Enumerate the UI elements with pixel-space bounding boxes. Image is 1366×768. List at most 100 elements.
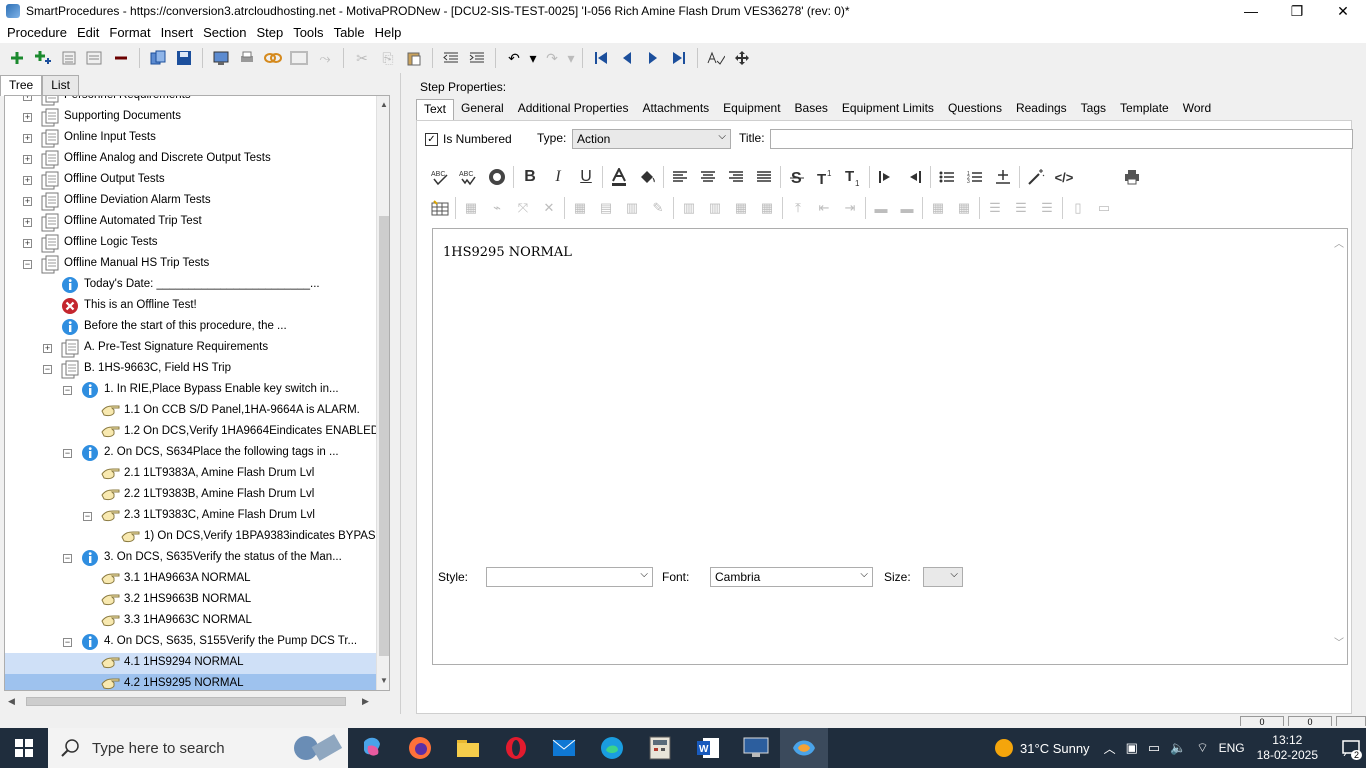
scroll-right-icon[interactable]: ▶ [362,693,369,709]
print-icon[interactable] [235,46,259,70]
tree-item[interactable]: − B. 1HS-9663C, Field HS Trip [5,359,376,380]
column-width-icon[interactable]: ▯ [1065,196,1091,220]
spell-check-icon[interactable] [704,46,728,70]
add-icon[interactable] [5,46,29,70]
tab-additional-properties[interactable]: Additional Properties [511,99,636,120]
bulleted-list-icon[interactable] [933,164,961,190]
firefox-icon[interactable] [396,728,444,768]
mail-icon[interactable] [540,728,588,768]
copy-icon[interactable]: ⎘ [376,46,400,70]
expand-icon[interactable]: + [23,96,32,101]
remote-desktop-icon[interactable] [732,728,780,768]
menu-section[interactable]: Section [198,25,251,40]
frame-icon[interactable] [287,46,311,70]
indent-icon[interactable] [465,46,489,70]
language-indicator[interactable]: ENG [1219,741,1245,755]
font-select[interactable]: Cambria ⌵ [710,567,873,587]
tab-word[interactable]: Word [1176,99,1218,120]
tab-bases[interactable]: Bases [788,99,835,120]
tree-item[interactable]: 1.2 On DCS,Verify 1HA9664Eindicates ENAB… [5,422,376,443]
undo-icon[interactable]: ↶ [502,46,526,70]
step-text-editor[interactable]: 1HS9295 NORMAL ︿ ﹀ [432,228,1348,665]
delete-column-icon[interactable]: ▦ [951,196,977,220]
opera-icon[interactable] [492,728,540,768]
thesaurus-icon[interactable] [483,164,511,190]
expand-icon[interactable]: + [23,155,32,164]
scroll-up-icon[interactable]: ︿ [1334,235,1344,250]
save-icon[interactable] [172,46,196,70]
first-icon[interactable] [589,46,613,70]
remove-icon[interactable] [109,46,133,70]
menu-table[interactable]: Table [329,25,370,40]
insert-line-icon[interactable] [989,164,1017,190]
tab-questions[interactable]: Questions [941,99,1009,120]
collapse-icon[interactable]: − [43,365,52,374]
tree-item[interactable]: − Offline Manual HS Trip Tests [5,254,376,275]
menu-procedure[interactable]: Procedure [2,25,72,40]
hscroll-thumb[interactable] [26,697,346,706]
strikethrough-icon[interactable]: S [783,164,811,190]
table-properties-icon[interactable]: ▦ [458,196,484,220]
calculator-app-icon[interactable] [636,728,684,768]
menu-insert[interactable]: Insert [156,25,199,40]
split-cells-icon[interactable]: ▦ [728,196,754,220]
link-icon[interactable] [261,46,285,70]
highlight-color-icon[interactable] [633,164,661,190]
type-select[interactable]: Action ⌵ [572,129,731,149]
tree-item[interactable]: + A. Pre-Test Signature Requirements [5,338,376,359]
outline-multi-icon[interactable] [83,46,107,70]
table-autofit-icon[interactable]: ☰ [1034,196,1060,220]
tab-attachments[interactable]: Attachments [635,99,716,120]
font-color-icon[interactable] [605,164,633,190]
network-drive-icon[interactable]: ▣ [1126,740,1138,756]
cell-edit-icon[interactable]: ✎ [645,196,671,220]
maximize-button[interactable]: ❐ [1274,0,1320,22]
menu-help[interactable]: Help [370,25,407,40]
copy-docs-icon[interactable] [146,46,170,70]
outdent-icon[interactable] [439,46,463,70]
bold-icon[interactable]: B [516,164,544,190]
subscript-icon[interactable]: T1 [839,164,867,190]
align-right-icon[interactable] [722,164,750,190]
decrease-indent-icon[interactable] [900,164,928,190]
collapse-icon[interactable]: − [63,638,72,647]
tree-item[interactable]: + Supporting Documents [5,107,376,128]
tree-horizontal-scrollbar[interactable]: ◀ ▶ [4,693,372,709]
column-properties-icon[interactable]: ▥ [619,196,645,220]
tree-item[interactable]: 3.1 1HA9663A NORMAL [5,569,376,590]
step-text-content[interactable]: 1HS9295 NORMAL [443,245,572,260]
redo-dropdown-icon[interactable]: ▾ [566,46,576,70]
expand-icon[interactable]: + [23,134,32,143]
move-icon[interactable] [730,46,754,70]
clock[interactable]: 13:12 18-02-2025 [1257,733,1318,763]
row-properties-icon[interactable]: ▤ [593,196,619,220]
weather-text[interactable]: 31°C Sunny [1020,741,1090,756]
title-input[interactable] [770,129,1353,149]
scroll-thumb[interactable] [379,216,389,656]
expand-icon[interactable]: + [23,239,32,248]
next-icon[interactable] [641,46,665,70]
tree-item[interactable]: + Offline Deviation Alarm Tests [5,191,376,212]
tab-template[interactable]: Template [1113,99,1176,120]
smartprocedures-taskbar-icon[interactable] [780,728,828,768]
collapse-icon[interactable]: − [23,260,32,269]
insert-column-right-icon[interactable]: ▥ [702,196,728,220]
collapse-icon[interactable]: − [63,449,72,458]
insert-row-above-icon[interactable]: ⤒ [785,196,811,220]
menu-edit[interactable]: Edit [72,25,104,40]
panel-splitter[interactable] [400,73,406,714]
scroll-down-icon[interactable]: ▼ [377,674,389,688]
last-icon[interactable] [667,46,691,70]
tree-item[interactable]: − 3. On DCS, S635Verify the status of the… [5,548,376,569]
delete-row-icon[interactable]: ⇥ [837,196,863,220]
merge-cells-icon[interactable]: ▦ [754,196,780,220]
numbered-list-icon[interactable]: 123 [961,164,989,190]
merge-row-icon[interactable]: ▬ [894,196,920,220]
align-left-icon[interactable] [666,164,694,190]
html-source-icon[interactable]: </> [1050,164,1078,190]
collapse-icon[interactable]: − [83,512,92,521]
tab-tree[interactable]: Tree [0,75,43,96]
tab-equipment-limits[interactable]: Equipment Limits [835,99,941,120]
align-center-icon[interactable] [694,164,722,190]
tree-item[interactable]: 1) On DCS,Verify 1BPA9383indicates BYPAS… [5,527,376,548]
